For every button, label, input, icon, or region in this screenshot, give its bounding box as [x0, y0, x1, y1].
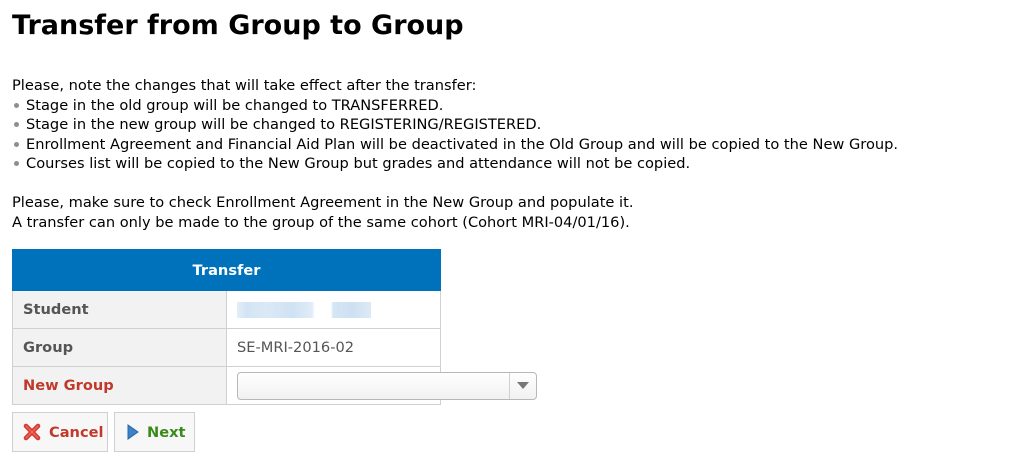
notes-cohort-line: A transfer can only be made to the group…: [12, 213, 630, 231]
next-button[interactable]: Next: [114, 412, 195, 452]
notes-check-line: Please, make sure to check Enrollment Ag…: [12, 194, 634, 211]
group-label: Group: [12, 328, 227, 367]
table-row: New Group: [12, 366, 537, 405]
list-item: Courses list will be copied to the New G…: [12, 154, 898, 174]
cancel-button-label: Cancel: [49, 423, 104, 441]
page-title: Transfer from Group to Group: [12, 10, 464, 41]
blue-play-arrow-icon: [127, 424, 139, 440]
chevron-down-icon[interactable]: [509, 372, 536, 399]
red-x-icon: [23, 423, 41, 441]
new-group-label: New Group: [12, 366, 227, 405]
notes-list: Stage in the old group will be changed t…: [12, 96, 898, 174]
transfer-form-table: Transfer Student Group SE-MRI-2016-02 Ne…: [12, 249, 537, 405]
student-label: Student: [12, 290, 227, 329]
transfer-table-header: Transfer: [12, 249, 441, 291]
student-name-redacted: [237, 302, 371, 318]
group-value: SE-MRI-2016-02: [226, 328, 441, 367]
list-item: Stage in the old group will be changed t…: [12, 96, 898, 116]
new-group-select[interactable]: [237, 371, 537, 400]
notes-intro: Please, note the changes that will take …: [12, 77, 477, 94]
next-button-label: Next: [147, 423, 186, 441]
table-row: Group SE-MRI-2016-02: [12, 328, 441, 367]
new-group-cell: [226, 366, 537, 405]
transfer-page: Transfer from Group to Group Please, not…: [0, 0, 1031, 465]
table-row: Student: [12, 290, 441, 329]
student-value: [226, 290, 441, 329]
list-item: Enrollment Agreement and Financial Aid P…: [12, 135, 898, 155]
transfer-notes: Please, note the changes that will take …: [12, 76, 898, 232]
list-item: Stage in the new group will be changed t…: [12, 115, 898, 135]
cancel-button[interactable]: Cancel: [12, 412, 108, 452]
